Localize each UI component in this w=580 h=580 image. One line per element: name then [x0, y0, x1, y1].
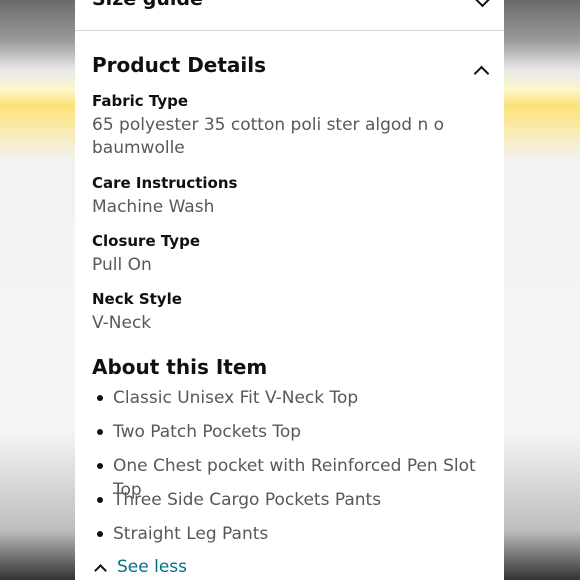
- chevron-up-icon[interactable]: [473, 65, 490, 82]
- see-less-link[interactable]: See less: [92, 554, 187, 580]
- bullet-icon: [97, 429, 103, 435]
- background-right: [504, 0, 580, 580]
- fabric-type-label: Fabric Type: [92, 92, 189, 110]
- about-item-title: About this Item: [92, 355, 268, 379]
- bullet-text: Classic Unisex Fit V-Neck Top: [113, 388, 359, 408]
- see-less-label: See less: [117, 557, 188, 577]
- chevron-up-icon: [94, 563, 107, 577]
- chevron-down-icon[interactable]: [474, 0, 491, 8]
- list-item: Three Side Cargo Pockets Pants: [92, 488, 504, 522]
- neck-style-label: Neck Style: [92, 290, 182, 308]
- bullet-icon: [97, 463, 103, 469]
- list-item: One Chest pocket with Reinforced Pen Slo…: [92, 454, 504, 500]
- bullet-icon: [97, 395, 103, 401]
- closure-type-value: Pull On: [92, 255, 152, 275]
- about-bullet-list: Classic Unisex Fit V-Neck Top Two Patch …: [92, 386, 504, 556]
- care-instructions-label: Care Instructions: [92, 174, 238, 192]
- size-guide-row[interactable]: Size guide: [75, 0, 504, 31]
- neck-style-value: V-Neck: [92, 313, 152, 333]
- product-details-title: Product Details: [92, 53, 267, 77]
- closure-type-label: Closure Type: [92, 232, 200, 250]
- bullet-text: Three Side Cargo Pockets Pants: [113, 490, 382, 510]
- list-item: Classic Unisex Fit V-Neck Top: [92, 386, 504, 420]
- product-info-panel: Size guide Product Details Fabric Type 6…: [75, 0, 504, 580]
- care-instructions-value: Machine Wash: [92, 197, 215, 217]
- bullet-text: Two Patch Pockets Top: [113, 422, 302, 442]
- list-item: Two Patch Pockets Top: [92, 420, 504, 454]
- size-guide-label: Size guide: [92, 0, 203, 10]
- bullet-icon: [97, 497, 103, 503]
- background-left: [0, 0, 75, 580]
- bullet-icon: [97, 531, 103, 537]
- list-item: Straight Leg Pants: [92, 522, 504, 556]
- fabric-type-value: 65 polyester 35 cotton poli ster algod n…: [92, 115, 445, 158]
- bullet-text: Straight Leg Pants: [113, 524, 269, 544]
